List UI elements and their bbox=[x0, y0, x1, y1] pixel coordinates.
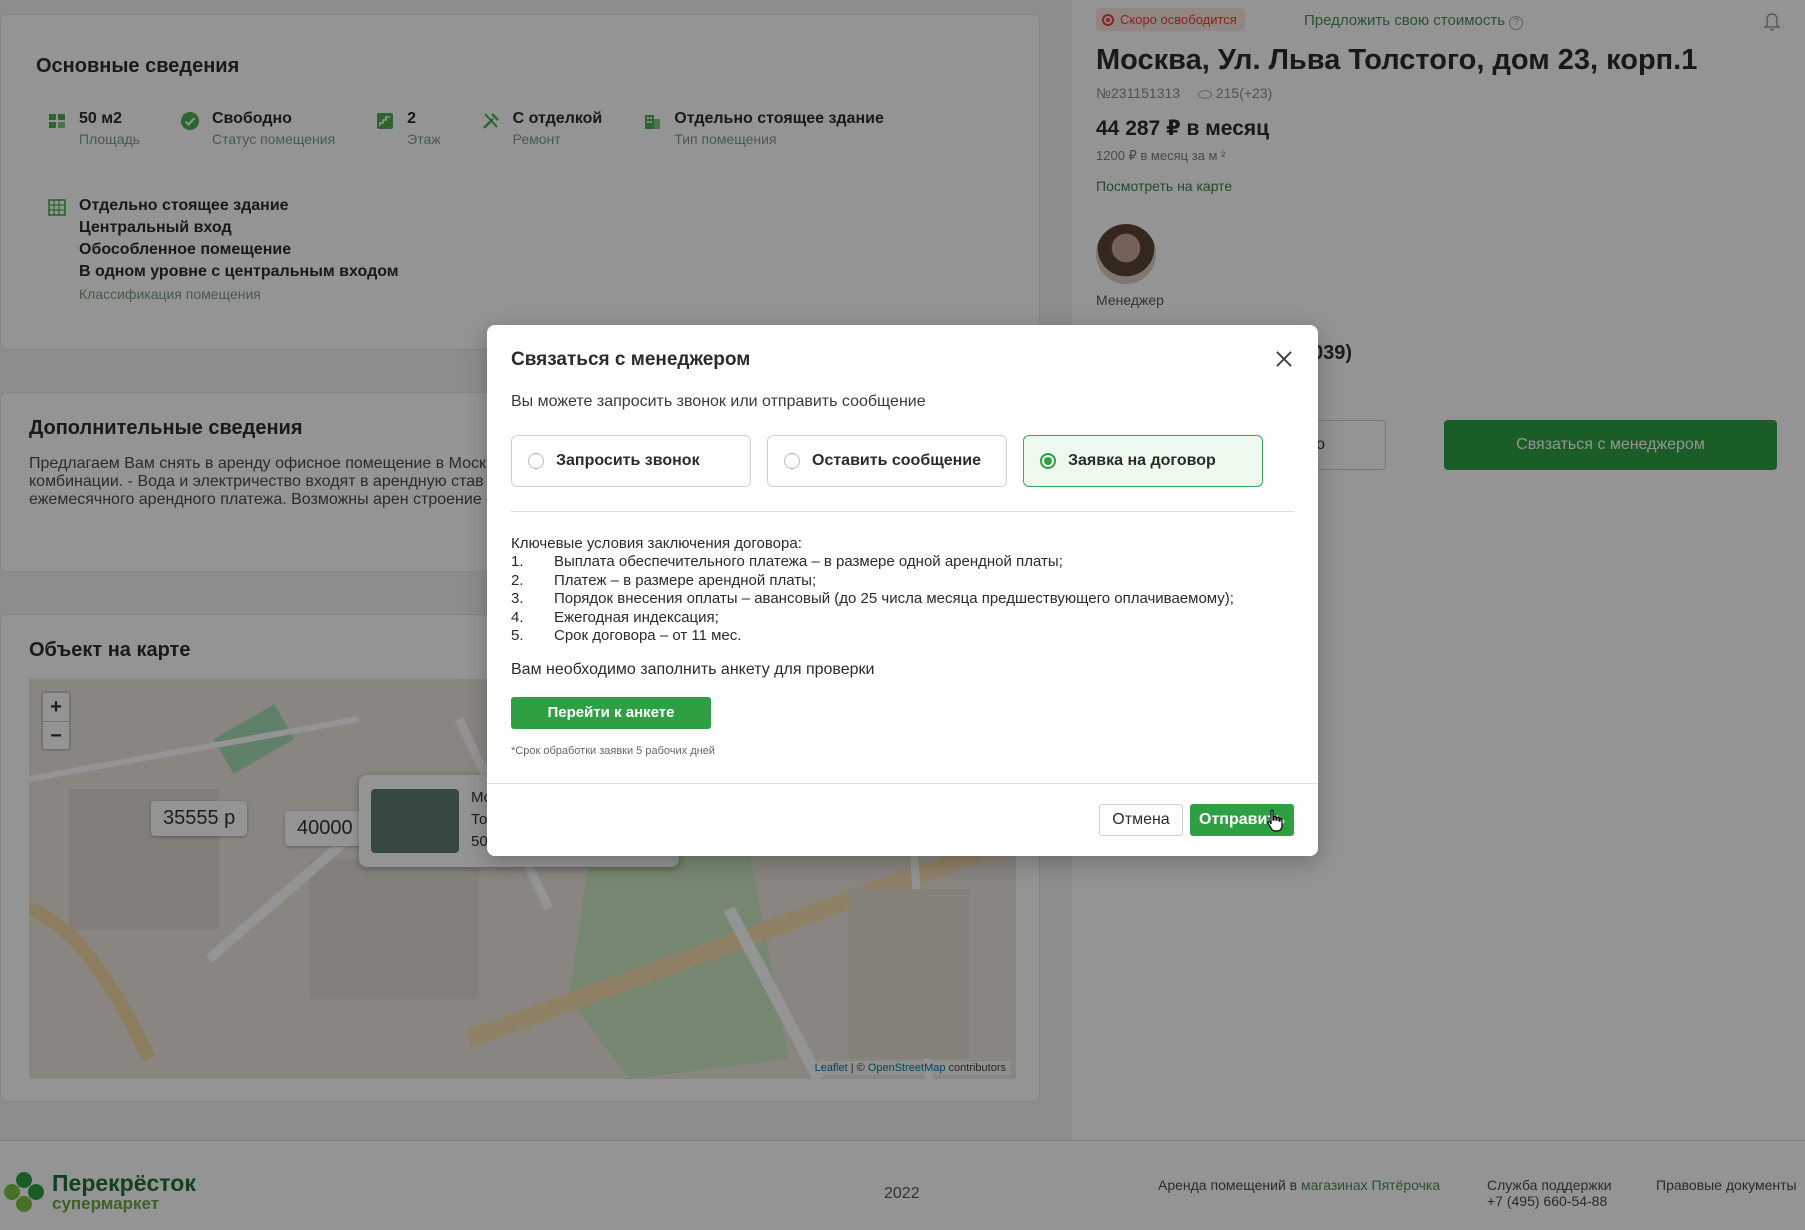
dialog-subtitle: Вы можете запросить звонок или отправить… bbox=[511, 393, 926, 410]
option-label: Заявка на договор bbox=[1068, 452, 1216, 469]
term-item: 3. Порядок внесения оплаты – авансовый (д… bbox=[511, 590, 1234, 608]
questionnaire-notice: Вам необходимо заполнить анкету для пров… bbox=[511, 661, 875, 678]
term-item: 4. Ежегодная индексация; bbox=[511, 608, 719, 626]
option-label: Запросить звонок bbox=[556, 452, 700, 469]
option-request-call[interactable]: Запросить звонок bbox=[511, 435, 751, 487]
contract-terms: Ключевые условия заключения договора: 1.… bbox=[511, 535, 1234, 645]
divider bbox=[487, 783, 1318, 784]
contact-manager-dialog: Связаться с менеджером Вы можете запроси… bbox=[487, 325, 1318, 856]
close-icon[interactable] bbox=[1276, 351, 1292, 367]
processing-note: *Срок обработки заявки 5 рабочих дней bbox=[511, 745, 715, 757]
dialog-title: Связаться с менеджером bbox=[511, 349, 751, 370]
option-contract-request[interactable]: Заявка на договор bbox=[1023, 435, 1263, 487]
go-to-questionnaire-button[interactable]: Перейти к анкете bbox=[511, 697, 711, 729]
term-item: 2. Платеж – в размере арендной платы; bbox=[511, 571, 817, 589]
option-label: Оставить сообщение bbox=[812, 452, 981, 469]
terms-title: Ключевые условия заключения договора: bbox=[511, 535, 802, 552]
radio-selected-icon bbox=[1040, 453, 1056, 469]
term-item: 5. Срок договора – от 11 мес. bbox=[511, 627, 742, 645]
hand-cursor-icon bbox=[1267, 809, 1283, 832]
radio-icon bbox=[528, 453, 544, 469]
radio-icon bbox=[784, 453, 800, 469]
page: Основные сведения 50 м2 Площадь Свободно С… bbox=[0, 0, 1805, 1230]
cancel-button[interactable]: Отмена bbox=[1099, 804, 1183, 836]
divider bbox=[511, 511, 1294, 512]
term-item: 1. Выплата обеспечительного платежа – в р… bbox=[511, 553, 1063, 571]
option-leave-message[interactable]: Оставить сообщение bbox=[767, 435, 1007, 487]
